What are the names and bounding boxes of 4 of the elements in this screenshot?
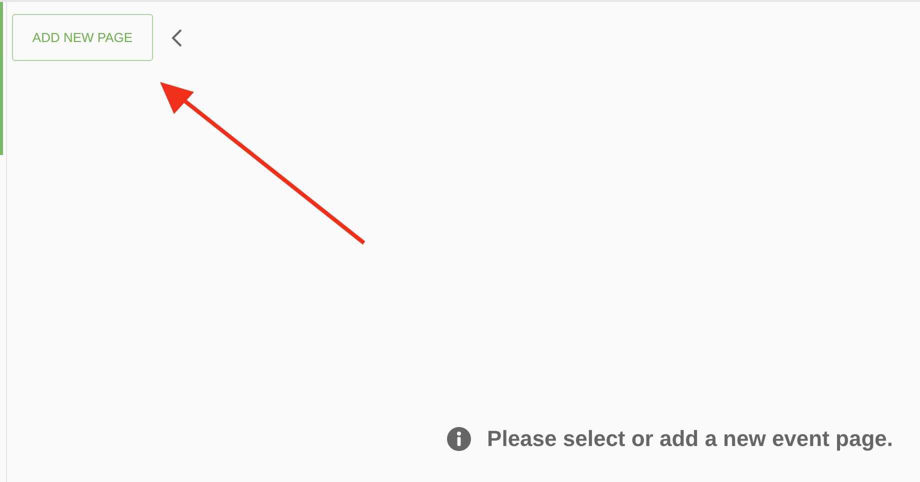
info-message: Please select or add a new event page. bbox=[487, 426, 893, 452]
add-page-button[interactable]: ADD NEW PAGE bbox=[12, 14, 153, 61]
info-icon bbox=[447, 427, 472, 451]
collapse-button[interactable] bbox=[171, 28, 183, 48]
